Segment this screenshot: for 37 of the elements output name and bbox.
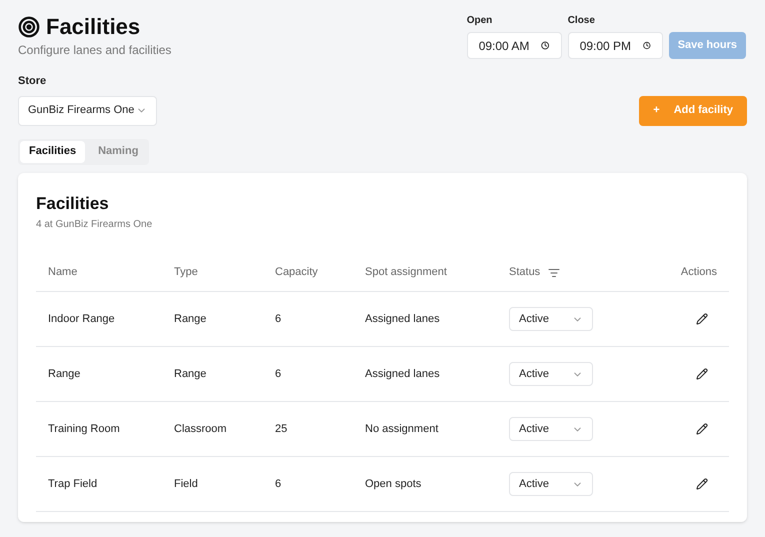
- table-cell: Field: [174, 478, 198, 490]
- table-cell: No assignment: [365, 422, 438, 435]
- status-select[interactable]: Active: [509, 362, 593, 386]
- store-label: Store: [18, 74, 48, 89]
- field-label: Open: [466, 14, 494, 28]
- status-select[interactable]: Active: [509, 472, 593, 496]
- store-select[interactable]: GunBiz Firearms One: [18, 96, 158, 126]
- time-field[interactable]: 09:00 PM: [568, 32, 663, 59]
- status-select[interactable]: Active: [509, 307, 593, 331]
- table-cell: 6: [275, 312, 282, 325]
- field-label: Close: [568, 14, 596, 28]
- column-header: Actions: [680, 265, 717, 280]
- table-cell: 25: [275, 422, 288, 435]
- table-cell: Assigned lanes: [365, 312, 440, 325]
- table-cell: Indoor Range: [48, 312, 115, 325]
- table-cell: Trap Field: [48, 478, 98, 490]
- table-cell: 6: [275, 368, 282, 380]
- table-cell: Classroom: [174, 422, 227, 435]
- tab[interactable]: Facilities: [20, 140, 86, 162]
- column-header: Name: [48, 265, 78, 280]
- table-cell: 6: [275, 478, 282, 490]
- time-field[interactable]: 09:00 AM: [466, 32, 562, 59]
- status-select[interactable]: Active: [509, 417, 593, 441]
- column-header: Status: [509, 265, 540, 280]
- column-header: Type: [174, 265, 198, 280]
- table-cell: Range: [48, 368, 80, 380]
- card-title: Facilities: [36, 192, 110, 214]
- page-subtitle: Configure lanes and facilities: [18, 42, 172, 59]
- column-header: Spot assignment: [365, 265, 447, 280]
- table-cell: Range: [174, 368, 206, 380]
- page-title: Facilities: [46, 13, 140, 41]
- table-cell: Range: [174, 312, 206, 325]
- table-cell: Training Room: [48, 422, 120, 435]
- table-cell: Assigned lanes: [365, 368, 440, 380]
- card-subtitle: 4 at GunBiz Firearms One: [36, 218, 154, 232]
- table-cell: Open spots: [365, 478, 422, 490]
- column-header: Capacity: [275, 265, 318, 280]
